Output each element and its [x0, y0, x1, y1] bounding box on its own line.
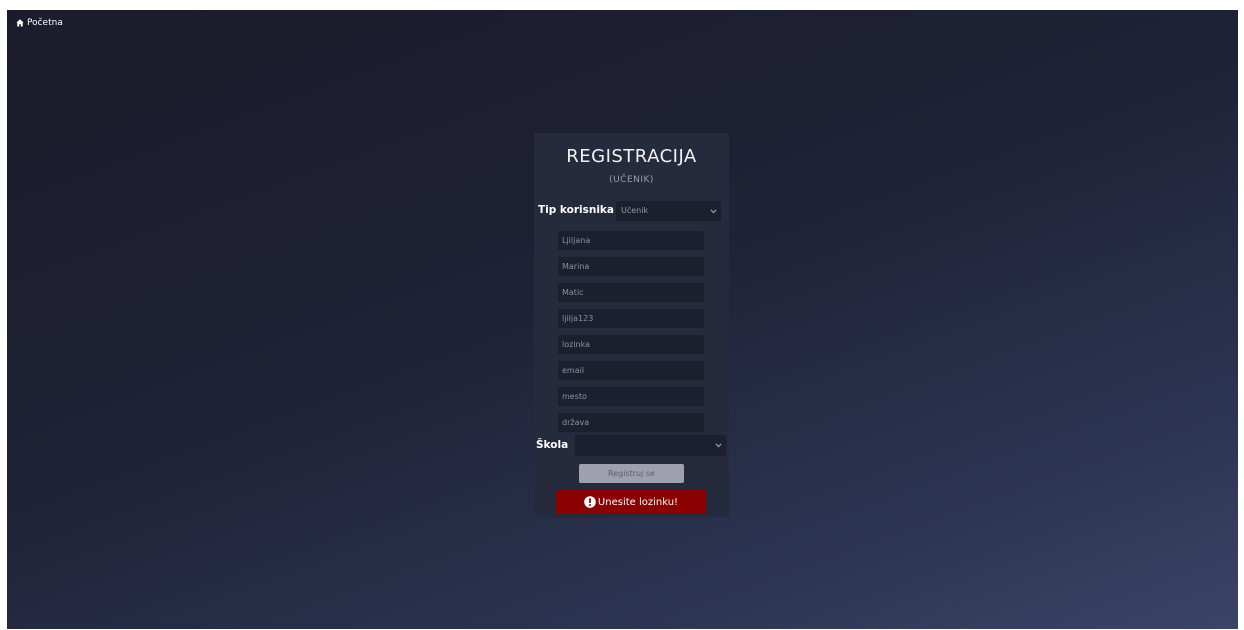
- country-field[interactable]: država: [558, 413, 704, 432]
- registration-panel: REGISTRACIJA (UČENIK) Tip korisnika Učen…: [534, 133, 729, 517]
- error-message: Unesite lozinku!: [556, 490, 706, 514]
- page-background: Početna REGISTRACIJA (UČENIK) Tip korisn…: [7, 10, 1238, 629]
- school-label: Škola: [536, 439, 569, 451]
- exclamation-circle-icon: [584, 496, 596, 508]
- form-title: REGISTRACIJA: [566, 146, 697, 167]
- password-field[interactable]: lozinka: [558, 335, 704, 354]
- last-name-field[interactable]: Matic: [558, 283, 704, 302]
- chevron-down-icon: [710, 207, 717, 216]
- home-link-label: Početna: [27, 18, 63, 28]
- user-type-label: Tip korisnika: [537, 204, 614, 216]
- register-button[interactable]: Registruj se: [579, 464, 684, 483]
- email-field[interactable]: email: [558, 361, 704, 380]
- first-name-field[interactable]: Ljiljana: [558, 231, 704, 250]
- home-icon: [16, 19, 24, 27]
- chevron-down-icon: [715, 441, 722, 450]
- user-type-row: Tip korisnika Učenik: [534, 201, 729, 221]
- middle-name-field[interactable]: Marina: [558, 257, 704, 276]
- user-type-select[interactable]: Učenik: [616, 201, 721, 221]
- form-subtitle: (UČENIK): [609, 175, 654, 185]
- user-type-value: Učenik: [621, 206, 649, 215]
- city-field[interactable]: mesto: [558, 387, 704, 406]
- error-text: Unesite lozinku!: [597, 496, 679, 508]
- username-field[interactable]: ljilja123: [558, 309, 704, 328]
- home-link[interactable]: Početna: [16, 18, 63, 28]
- school-row: Škola: [534, 435, 729, 456]
- school-select[interactable]: [575, 435, 726, 456]
